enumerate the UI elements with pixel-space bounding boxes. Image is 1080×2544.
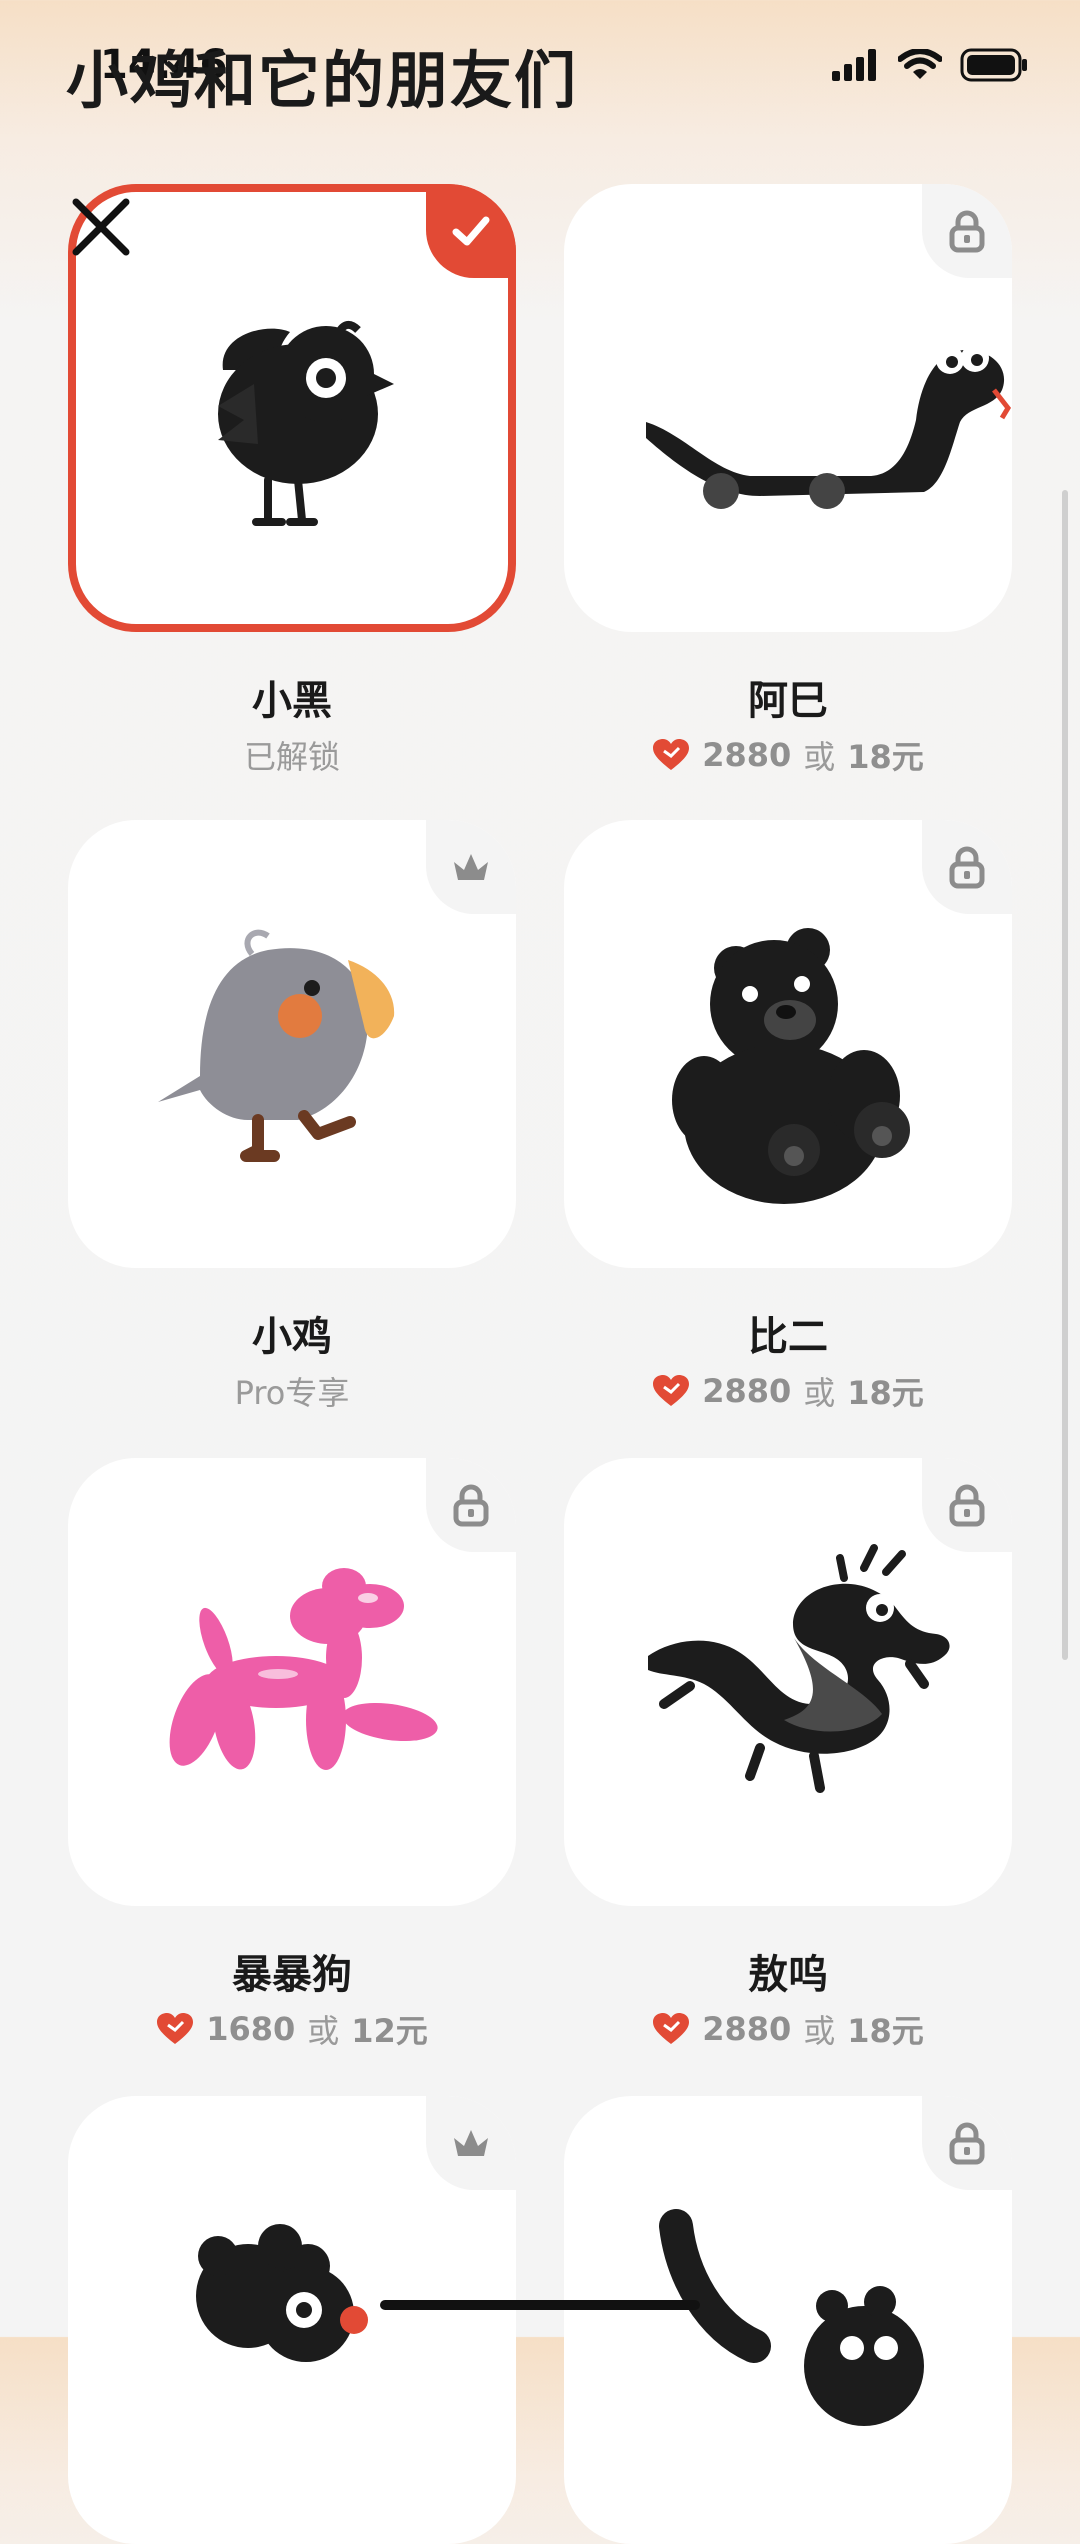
character-price: 2880 或 18元 — [564, 732, 1012, 778]
price-or: 或 — [307, 2012, 340, 2050]
crown-icon — [454, 854, 488, 880]
status-icons — [832, 48, 1028, 82]
lock-badge — [922, 820, 1012, 914]
character-name: 阿巳 — [748, 678, 828, 724]
character-name: 暴暴狗 — [232, 1952, 352, 1998]
price-points: 1680 — [206, 2010, 296, 2048]
character-card-xiaohei[interactable] — [68, 184, 516, 632]
scrollbar[interactable] — [1062, 490, 1068, 1660]
heart-icon — [653, 739, 690, 770]
pro-badge — [426, 820, 516, 914]
heart-icon — [157, 2013, 194, 2044]
lock-badge — [426, 1458, 516, 1552]
lock-icon — [949, 2122, 985, 2165]
character-card-aowu[interactable] — [564, 1458, 1012, 1906]
heart-icon — [653, 2013, 690, 2044]
character-name: 敖呜 — [748, 1952, 828, 1998]
price-money: 18元 — [847, 2012, 924, 2050]
pro-status: Pro专享 — [234, 1374, 350, 1412]
character-card-8[interactable] — [564, 2096, 1012, 2544]
character-name: 小黑 — [252, 678, 332, 724]
home-indicator[interactable] — [380, 2300, 700, 2310]
price-points: 2880 — [702, 2010, 792, 2048]
character-card-xiaoji[interactable] — [68, 820, 516, 1268]
price-money: 12元 — [351, 2012, 428, 2050]
lock-icon — [453, 1484, 489, 1527]
price-or: 或 — [803, 738, 836, 776]
character-price: 1680 或 12元 — [68, 2006, 516, 2052]
battery-icon — [960, 48, 1027, 82]
signal-bars-icon — [832, 49, 876, 81]
lock-icon — [949, 846, 985, 889]
page-title: 小鸡和它的朋友们 — [66, 44, 579, 117]
price-points: 2880 — [702, 736, 792, 774]
lock-icon — [949, 210, 985, 253]
character-card-7[interactable] — [68, 2096, 516, 2544]
character-name: 比二 — [748, 1314, 828, 1360]
price-money: 18元 — [847, 1374, 924, 1412]
crown-icon — [454, 2130, 488, 2156]
character-name: 小鸡 — [252, 1314, 332, 1360]
lock-badge — [922, 2096, 1012, 2190]
price-or: 或 — [803, 2012, 836, 2050]
price-money: 18元 — [847, 738, 924, 776]
character-price: 2880 或 18元 — [564, 2006, 1012, 2052]
pro-badge — [426, 2096, 516, 2190]
price-points: 2880 — [702, 1372, 792, 1410]
character-price: 2880 或 18元 — [564, 1368, 1012, 1414]
selected-badge — [426, 184, 516, 278]
heart-icon — [653, 1375, 690, 1406]
close-icon[interactable] — [70, 196, 132, 258]
unlock-status: 已解锁 — [243, 738, 340, 776]
price-or: 或 — [803, 1374, 836, 1412]
character-card-baobaogou[interactable] — [68, 1458, 516, 1906]
lock-badge — [922, 1458, 1012, 1552]
lock-icon — [949, 1484, 985, 1527]
check-icon — [452, 216, 490, 246]
character-card-bier[interactable] — [564, 820, 1012, 1268]
character-card-asi[interactable] — [564, 184, 1012, 632]
lock-badge — [922, 184, 1012, 278]
wifi-icon — [898, 49, 942, 79]
